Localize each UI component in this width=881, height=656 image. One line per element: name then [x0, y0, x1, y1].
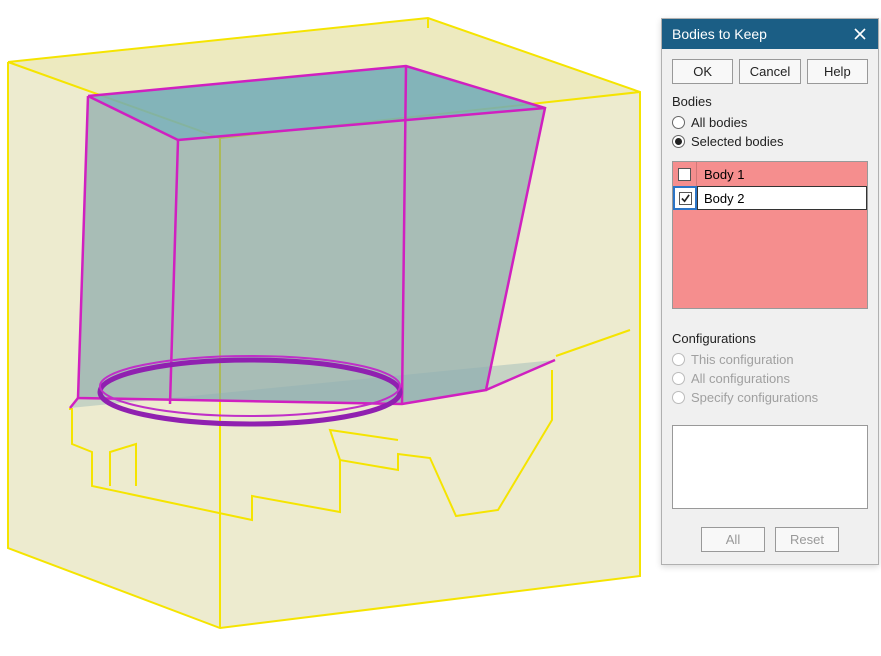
list-item[interactable]: Body 1 — [673, 162, 867, 186]
radio-specify-configurations: Specify configurations — [672, 388, 868, 407]
radio-icon — [672, 372, 685, 385]
radio-icon — [672, 391, 685, 404]
bottom-button-row: All Reset — [662, 509, 878, 564]
radio-icon — [672, 353, 685, 366]
configurations-section-label: Configurations — [662, 329, 878, 350]
radio-icon — [672, 116, 685, 129]
radio-label: This configuration — [691, 352, 794, 367]
close-icon[interactable] — [848, 22, 872, 46]
dialog-titlebar[interactable]: Bodies to Keep — [662, 19, 878, 49]
model-viewport[interactable] — [0, 0, 660, 653]
radio-label: All bodies — [691, 115, 747, 130]
all-button: All — [701, 527, 765, 552]
bodies-section-label: Bodies — [662, 92, 878, 113]
bodies-radio-group: All bodies Selected bodies — [662, 113, 878, 161]
list-item-label: Body 1 — [697, 162, 867, 186]
reset-button: Reset — [775, 527, 839, 552]
radio-label: All configurations — [691, 371, 790, 386]
help-button[interactable]: Help — [807, 59, 868, 84]
cancel-button[interactable]: Cancel — [739, 59, 800, 84]
dialog-button-row: OK Cancel Help — [662, 49, 878, 92]
list-item-label: Body 2 — [697, 186, 867, 210]
bodies-to-keep-dialog: Bodies to Keep OK Cancel Help Bodies All… — [661, 18, 879, 565]
bodies-list[interactable]: Body 1 Body 2 — [672, 161, 868, 309]
radio-all-bodies[interactable]: All bodies — [672, 113, 868, 132]
model-svg — [0, 0, 660, 653]
configurations-radio-group: This configuration All configurations Sp… — [662, 350, 878, 417]
radio-all-configurations: All configurations — [672, 369, 868, 388]
checkbox-icon — [679, 192, 692, 205]
dialog-title: Bodies to Keep — [672, 26, 848, 42]
ok-button[interactable]: OK — [672, 59, 733, 84]
checkbox-icon — [678, 168, 691, 181]
radio-label: Selected bodies — [691, 134, 784, 149]
configurations-list — [672, 425, 868, 509]
radio-label: Specify configurations — [691, 390, 818, 405]
checkbox-cell[interactable] — [673, 162, 697, 186]
list-item[interactable]: Body 2 — [673, 186, 867, 210]
radio-icon — [672, 135, 685, 148]
radio-selected-bodies[interactable]: Selected bodies — [672, 132, 868, 151]
checkbox-cell[interactable] — [673, 186, 697, 210]
radio-this-configuration: This configuration — [672, 350, 868, 369]
